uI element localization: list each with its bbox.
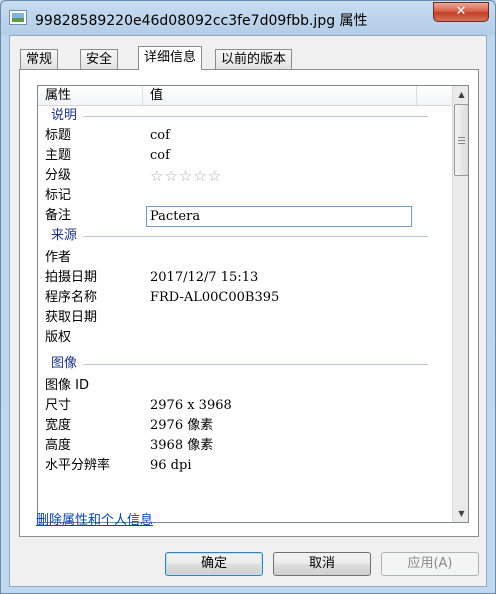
property-value[interactable]: FRD-AL00C00B395	[150, 288, 279, 308]
properties-window: 99828589220e46d08092cc3fe7d09fbb.jpg 属性 …	[0, 0, 496, 594]
tab-general[interactable]: 常规	[20, 49, 59, 69]
property-name: 尺寸	[45, 398, 72, 413]
dialog-body: 常规 安全 详细信息 以前的版本 属性 值 说明 标题 cof 主题 cof 分…	[9, 35, 487, 587]
property-name: 拍摄日期	[45, 270, 98, 285]
group-divider	[83, 116, 428, 117]
property-row-title[interactable]: 标题 cof	[38, 126, 452, 146]
property-value[interactable]: cof	[150, 126, 170, 146]
grip-line	[458, 137, 465, 138]
property-name: 备注	[45, 208, 72, 223]
tab-security[interactable]: 安全	[80, 49, 119, 69]
property-value[interactable]: 96 dpi	[150, 456, 191, 476]
property-row-tags[interactable]: 标记	[38, 186, 452, 206]
scrollbar-thumb[interactable]	[454, 104, 468, 176]
column-divider[interactable]	[142, 86, 143, 106]
window-title: 99828589220e46d08092cc3fe7d09fbb.jpg 属性	[35, 13, 368, 29]
image-file-icon	[9, 10, 27, 25]
column-header-property[interactable]: 属性	[45, 86, 71, 106]
property-row-authors[interactable]: 作者	[38, 248, 452, 268]
group-divider	[83, 364, 428, 365]
group-header-origin: 来源	[51, 228, 78, 243]
tab-previous-versions[interactable]: 以前的版本	[215, 49, 293, 69]
cancel-button[interactable]: 取消	[273, 552, 371, 576]
property-value[interactable]: 2976 像素	[150, 416, 213, 436]
property-name: 宽度	[45, 418, 72, 433]
column-divider[interactable]	[416, 86, 417, 106]
property-name: 分级	[45, 168, 72, 183]
property-name: 标题	[45, 128, 72, 143]
property-row-copyright[interactable]: 版权	[38, 328, 452, 348]
tab-details[interactable]: 详细信息	[138, 46, 203, 70]
property-value[interactable]: 3968 像素	[150, 436, 213, 456]
group-header-image: 图像	[51, 356, 78, 371]
close-button[interactable]: ✕	[433, 2, 489, 22]
property-row-program-name[interactable]: 程序名称 FRD-AL00C00B395	[38, 288, 452, 308]
vertical-scrollbar[interactable]: ▲ ▼	[452, 86, 468, 522]
rating-stars-icon[interactable]: ☆☆☆☆☆	[150, 166, 222, 186]
property-row-horizontal-resolution[interactable]: 水平分辨率 96 dpi	[38, 456, 452, 476]
group-divider	[83, 236, 428, 237]
property-name: 版权	[45, 330, 72, 345]
property-value[interactable]: 2017/12/7 15:13	[150, 268, 258, 288]
property-row-comments[interactable]: 备注 Pactera	[38, 206, 452, 227]
remove-properties-link[interactable]: 删除属性和个人信息	[36, 509, 153, 528]
property-name: 作者	[45, 250, 72, 265]
property-name: 高度	[45, 438, 72, 453]
grip-line	[458, 140, 465, 141]
property-row-rating[interactable]: 分级 ☆☆☆☆☆	[38, 166, 452, 186]
property-value[interactable]: 2976 x 3968	[150, 396, 232, 416]
property-row-height[interactable]: 高度 3968 像素	[38, 436, 452, 456]
ok-button[interactable]: 确定	[165, 552, 263, 576]
property-name: 程序名称	[45, 290, 98, 305]
property-row-dimensions[interactable]: 尺寸 2976 x 3968	[38, 396, 452, 416]
scroll-down-arrow-icon[interactable]: ▼	[454, 505, 468, 522]
apply-button[interactable]: 应用(A)	[381, 552, 479, 576]
property-row-date-acquired[interactable]: 获取日期	[38, 308, 452, 328]
property-value[interactable]: cof	[150, 146, 170, 166]
property-list[interactable]: 属性 值 说明 标题 cof 主题 cof 分级 ☆☆☆☆☆ 标记 备注 Pac…	[37, 85, 469, 523]
list-header: 属性 值	[38, 86, 452, 106]
property-name: 主题	[45, 148, 72, 163]
property-row-subject[interactable]: 主题 cof	[38, 146, 452, 166]
comments-edit-field[interactable]: Pactera	[146, 206, 412, 227]
property-row-date-taken[interactable]: 拍摄日期 2017/12/7 15:13	[38, 268, 452, 288]
property-row-image-id[interactable]: 图像 ID	[38, 376, 452, 396]
column-header-value[interactable]: 值	[150, 86, 163, 106]
property-name: 水平分辨率	[45, 458, 111, 473]
grip-line	[458, 143, 465, 144]
property-name: 获取日期	[45, 310, 98, 325]
property-name: 标记	[45, 188, 72, 203]
title-bar[interactable]: 99828589220e46d08092cc3fe7d09fbb.jpg 属性 …	[1, 1, 495, 35]
property-row-width[interactable]: 宽度 2976 像素	[38, 416, 452, 436]
details-panel: 属性 值 说明 标题 cof 主题 cof 分级 ☆☆☆☆☆ 标记 备注 Pac…	[19, 69, 479, 537]
group-header-description: 说明	[51, 108, 78, 123]
property-name: 图像 ID	[45, 378, 89, 393]
property-rows: 说明 标题 cof 主题 cof 分级 ☆☆☆☆☆ 标记 备注 Pactera …	[38, 106, 452, 522]
scroll-up-arrow-icon[interactable]: ▲	[454, 86, 468, 103]
